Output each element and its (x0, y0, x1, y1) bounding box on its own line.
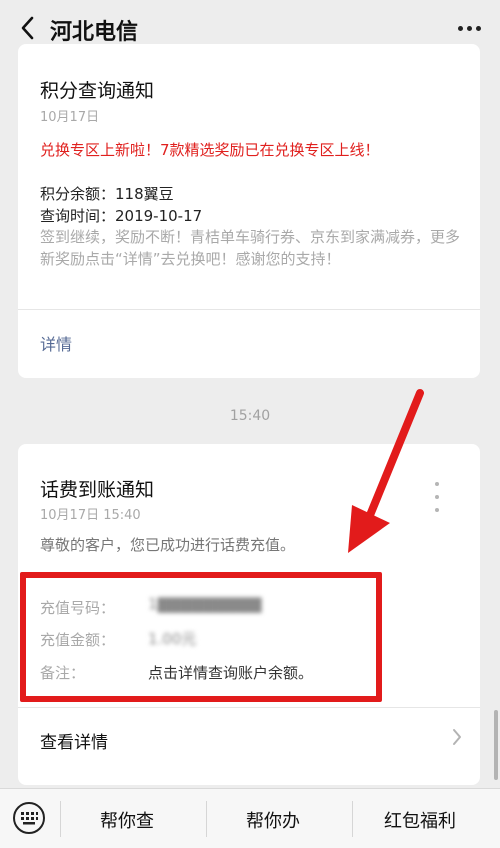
divider (60, 801, 61, 837)
promo-text: 兑换专区上新啦！7款精选奖励已在兑换专区上线！ (40, 141, 380, 159)
menu-red-packet[interactable]: 红包福利 (384, 807, 456, 833)
divider (352, 801, 353, 837)
view-detail-link[interactable]: 查看详情 (40, 728, 108, 753)
back-icon[interactable] (12, 12, 42, 44)
chevron-right-icon (452, 728, 462, 750)
divider (206, 801, 207, 837)
service-menu-bar: 帮你查 帮你办 红包福利 (0, 788, 500, 848)
annotation-highlight-box (20, 572, 382, 702)
card-note: 签到继续，奖励不断！青桔单车骑行券、京东到家满减券，更多新奖励点击“详情”去兑换… (40, 228, 461, 268)
chat-title: 河北电信 (50, 20, 139, 45)
points-balance: 积分余额：118翼豆 (40, 185, 174, 203)
divider (18, 309, 480, 310)
card-title: 积分查询通知 (40, 80, 155, 102)
card-title: 话费到账通知 (40, 479, 155, 501)
query-time: 查询时间：2019-10-17 (40, 207, 203, 225)
divider (18, 707, 480, 708)
menu-help-query[interactable]: 帮你查 (100, 807, 154, 833)
annotation-arrow-icon (348, 389, 424, 553)
detail-link[interactable]: 详情 (40, 331, 72, 355)
recharge-message: 尊敬的客户，您已成功进行话费充值。 (40, 536, 296, 554)
card-date: 10月17日 15:40 (40, 508, 141, 523)
keyboard-icon[interactable] (12, 801, 46, 835)
menu-help-handle[interactable]: 帮你办 (246, 807, 300, 833)
points-notification-card[interactable]: 积分查询通知 10月17日 兑换专区上新啦！7款精选奖励已在兑换专区上线！ 积分… (18, 44, 480, 378)
card-date: 10月17日 (40, 110, 100, 125)
more-options-icon[interactable] (452, 12, 486, 44)
scrollbar[interactable] (494, 710, 498, 780)
